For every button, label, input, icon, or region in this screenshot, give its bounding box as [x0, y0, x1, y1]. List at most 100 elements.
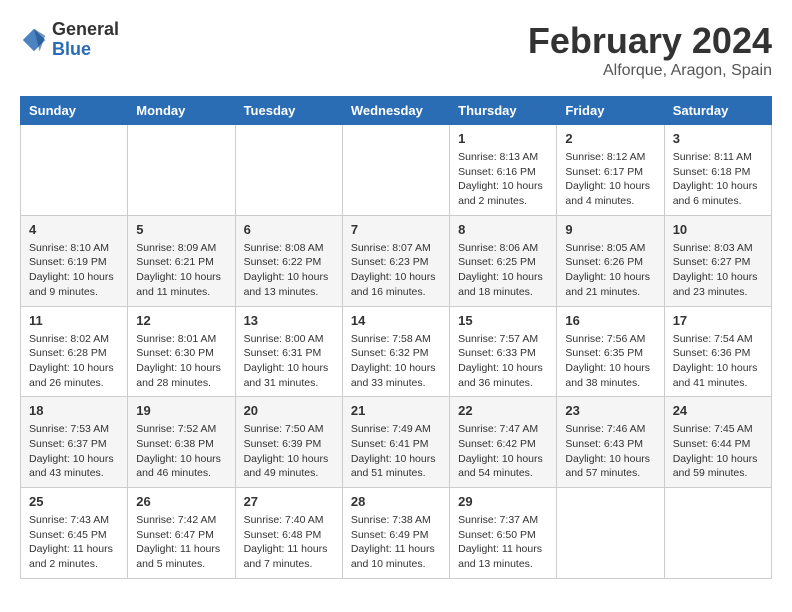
calendar-cell — [235, 125, 342, 216]
calendar-cell: 12 Sunrise: 8:01 AMSunset: 6:30 PMDayligh… — [128, 306, 235, 397]
day-number: 6 — [244, 222, 334, 237]
day-info: Sunrise: 8:10 AMSunset: 6:19 PMDaylight:… — [29, 241, 119, 300]
calendar-cell — [664, 488, 771, 579]
day-info: Sunrise: 8:00 AMSunset: 6:31 PMDaylight:… — [244, 332, 334, 391]
calendar-cell: 27 Sunrise: 7:40 AMSunset: 6:48 PMDayligh… — [235, 488, 342, 579]
day-number: 11 — [29, 313, 119, 328]
calendar-cell: 28Sunrise: 7:38 AMSunset: 6:49 PMDayligh… — [342, 488, 449, 579]
day-number: 26 — [136, 494, 226, 509]
day-info: Sunrise: 8:05 AMSunset: 6:26 PMDaylight:… — [565, 241, 655, 300]
day-info: Sunrise: 8:07 AMSunset: 6:23 PMDaylight:… — [351, 241, 441, 300]
day-number: 22 — [458, 403, 548, 418]
day-number: 5 — [136, 222, 226, 237]
calendar-cell: 26Sunrise: 7:42 AMSunset: 6:47 PMDayligh… — [128, 488, 235, 579]
day-info: Sunrise: 7:46 AMSunset: 6:43 PMDaylight:… — [565, 422, 655, 481]
calendar-cell — [557, 488, 664, 579]
calendar-cell: 17Sunrise: 7:54 AMSunset: 6:36 PMDayligh… — [664, 306, 771, 397]
day-info: Sunrise: 8:13 AMSunset: 6:16 PMDaylight:… — [458, 150, 548, 209]
day-info: Sunrise: 7:38 AMSunset: 6:49 PMDaylight:… — [351, 513, 441, 572]
day-info: Sunrise: 8:08 AMSunset: 6:22 PMDaylight:… — [244, 241, 334, 300]
day-number: 27 — [244, 494, 334, 509]
day-number: 16 — [565, 313, 655, 328]
calendar-cell: 3 Sunrise: 8:11 AMSunset: 6:18 PMDaylight… — [664, 125, 771, 216]
calendar-cell: 18 Sunrise: 7:53 AMSunset: 6:37 PMDayligh… — [21, 397, 128, 488]
day-number: 13 — [244, 313, 334, 328]
day-number: 2 — [565, 131, 655, 146]
calendar-row: 18 Sunrise: 7:53 AMSunset: 6:37 PMDayligh… — [21, 397, 772, 488]
calendar-cell: 24 Sunrise: 7:45 AMSunset: 6:44 PMDayligh… — [664, 397, 771, 488]
day-info: Sunrise: 8:11 AMSunset: 6:18 PMDaylight:… — [673, 150, 763, 209]
calendar-header: SundayMondayTuesdayWednesdayThursdayFrid… — [21, 97, 772, 125]
calendar-cell: 21Sunrise: 7:49 AMSunset: 6:41 PMDayligh… — [342, 397, 449, 488]
day-info: Sunrise: 7:57 AMSunset: 6:33 PMDaylight:… — [458, 332, 548, 391]
day-number: 25 — [29, 494, 119, 509]
calendar-cell: 19 Sunrise: 7:52 AMSunset: 6:38 PMDayligh… — [128, 397, 235, 488]
calendar-cell: 20Sunrise: 7:50 AMSunset: 6:39 PMDayligh… — [235, 397, 342, 488]
calendar-cell: 23 Sunrise: 7:46 AMSunset: 6:43 PMDayligh… — [557, 397, 664, 488]
day-info: Sunrise: 7:43 AMSunset: 6:45 PMDaylight:… — [29, 513, 119, 572]
day-info: Sunrise: 7:56 AMSunset: 6:35 PMDaylight:… — [565, 332, 655, 391]
calendar-body: 1Sunrise: 8:13 AMSunset: 6:16 PMDaylight… — [21, 125, 772, 579]
calendar-cell: 14 Sunrise: 7:58 AMSunset: 6:32 PMDayligh… — [342, 306, 449, 397]
calendar-cell — [342, 125, 449, 216]
day-number: 23 — [565, 403, 655, 418]
calendar-cell: 10Sunrise: 8:03 AMSunset: 6:27 PMDayligh… — [664, 215, 771, 306]
calendar-cell: 5 Sunrise: 8:09 AMSunset: 6:21 PMDaylight… — [128, 215, 235, 306]
day-info: Sunrise: 8:02 AMSunset: 6:28 PMDaylight:… — [29, 332, 119, 391]
day-number: 8 — [458, 222, 548, 237]
calendar-cell: 25 Sunrise: 7:43 AMSunset: 6:45 PMDayligh… — [21, 488, 128, 579]
day-number: 17 — [673, 313, 763, 328]
day-info: Sunrise: 7:47 AMSunset: 6:42 PMDaylight:… — [458, 422, 548, 481]
calendar-row: 11 Sunrise: 8:02 AMSunset: 6:28 PMDayligh… — [21, 306, 772, 397]
day-number: 9 — [565, 222, 655, 237]
day-number: 12 — [136, 313, 226, 328]
day-number: 29 — [458, 494, 548, 509]
day-number: 4 — [29, 222, 119, 237]
day-number: 21 — [351, 403, 441, 418]
logo-text: General Blue — [52, 20, 119, 60]
day-number: 24 — [673, 403, 763, 418]
main-title: February 2024 — [528, 20, 772, 62]
page-header: General Blue February 2024 Alforque, Ara… — [20, 20, 772, 80]
header-cell-sunday: Sunday — [21, 97, 128, 125]
logo: General Blue — [20, 20, 119, 60]
day-info: Sunrise: 7:37 AMSunset: 6:50 PMDaylight:… — [458, 513, 548, 572]
day-info: Sunrise: 8:01 AMSunset: 6:30 PMDaylight:… — [136, 332, 226, 391]
calendar-table: SundayMondayTuesdayWednesdayThursdayFrid… — [20, 96, 772, 579]
day-number: 19 — [136, 403, 226, 418]
calendar-cell: 9 Sunrise: 8:05 AMSunset: 6:26 PMDaylight… — [557, 215, 664, 306]
day-number: 3 — [673, 131, 763, 146]
day-info: Sunrise: 8:06 AMSunset: 6:25 PMDaylight:… — [458, 241, 548, 300]
title-area: February 2024 Alforque, Aragon, Spain — [528, 20, 772, 80]
day-info: Sunrise: 8:09 AMSunset: 6:21 PMDaylight:… — [136, 241, 226, 300]
calendar-cell: 16 Sunrise: 7:56 AMSunset: 6:35 PMDayligh… — [557, 306, 664, 397]
calendar-cell: 7 Sunrise: 8:07 AMSunset: 6:23 PMDaylight… — [342, 215, 449, 306]
day-number: 14 — [351, 313, 441, 328]
calendar-cell: 11 Sunrise: 8:02 AMSunset: 6:28 PMDayligh… — [21, 306, 128, 397]
day-info: Sunrise: 7:58 AMSunset: 6:32 PMDaylight:… — [351, 332, 441, 391]
calendar-cell: 6 Sunrise: 8:08 AMSunset: 6:22 PMDaylight… — [235, 215, 342, 306]
calendar-cell: 15Sunrise: 7:57 AMSunset: 6:33 PMDayligh… — [450, 306, 557, 397]
header-cell-tuesday: Tuesday — [235, 97, 342, 125]
day-number: 20 — [244, 403, 334, 418]
subtitle: Alforque, Aragon, Spain — [528, 62, 772, 80]
header-cell-saturday: Saturday — [664, 97, 771, 125]
calendar-row: 4 Sunrise: 8:10 AMSunset: 6:19 PMDaylight… — [21, 215, 772, 306]
calendar-cell: 1Sunrise: 8:13 AMSunset: 6:16 PMDaylight… — [450, 125, 557, 216]
calendar-cell: 8 Sunrise: 8:06 AMSunset: 6:25 PMDaylight… — [450, 215, 557, 306]
day-info: Sunrise: 7:53 AMSunset: 6:37 PMDaylight:… — [29, 422, 119, 481]
calendar-row: 1Sunrise: 8:13 AMSunset: 6:16 PMDaylight… — [21, 125, 772, 216]
calendar-cell — [128, 125, 235, 216]
day-info: Sunrise: 7:40 AMSunset: 6:48 PMDaylight:… — [244, 513, 334, 572]
day-info: Sunrise: 7:52 AMSunset: 6:38 PMDaylight:… — [136, 422, 226, 481]
header-cell-thursday: Thursday — [450, 97, 557, 125]
calendar-cell: 4 Sunrise: 8:10 AMSunset: 6:19 PMDaylight… — [21, 215, 128, 306]
day-info: Sunrise: 8:03 AMSunset: 6:27 PMDaylight:… — [673, 241, 763, 300]
day-number: 18 — [29, 403, 119, 418]
header-cell-wednesday: Wednesday — [342, 97, 449, 125]
day-info: Sunrise: 7:45 AMSunset: 6:44 PMDaylight:… — [673, 422, 763, 481]
calendar-cell: 29 Sunrise: 7:37 AMSunset: 6:50 PMDayligh… — [450, 488, 557, 579]
header-cell-monday: Monday — [128, 97, 235, 125]
day-number: 7 — [351, 222, 441, 237]
calendar-cell: 2Sunrise: 8:12 AMSunset: 6:17 PMDaylight… — [557, 125, 664, 216]
